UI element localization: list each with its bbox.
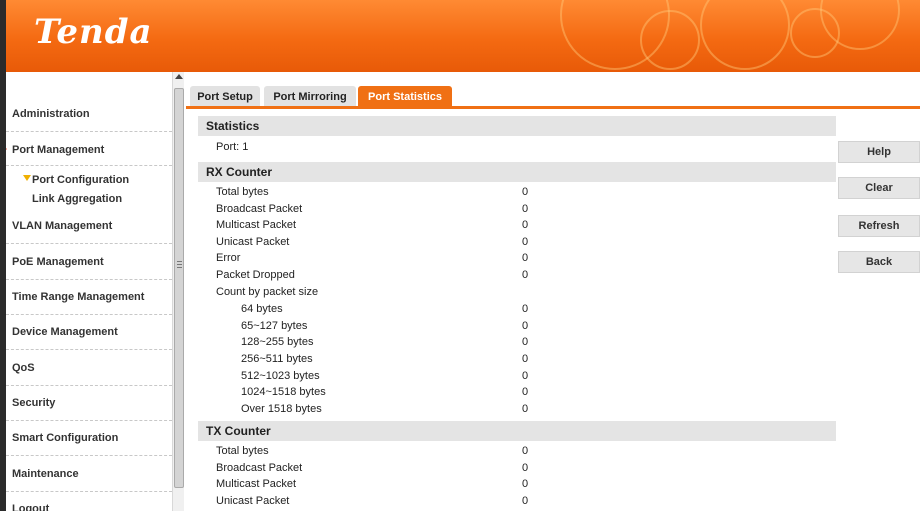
grip-icon	[177, 261, 182, 268]
sidebar-item-time-range-management[interactable]: Time Range Management	[6, 291, 172, 315]
sidebar-subitem-port-configuration[interactable]: Port Configuration	[23, 174, 130, 186]
sidebar-item-label: Device Management	[12, 326, 118, 338]
rx-row-value: 0	[522, 203, 529, 215]
rx-row-value: 0	[522, 186, 529, 198]
size-row-value: 0	[522, 353, 529, 365]
sidebar-item-device-management[interactable]: Device Management	[6, 326, 172, 350]
sidebar-item-port-management[interactable]: Port Management	[2, 144, 172, 166]
size-row-label: 512~1023 bytes	[241, 370, 320, 382]
count-by-size-label: Count by packet size	[216, 286, 319, 298]
sidebar-subitem-link-aggregation[interactable]: Link Aggregation	[32, 193, 122, 205]
rx-row-value: 0	[522, 269, 529, 281]
tab-port-statistics[interactable]: Port Statistics	[358, 86, 452, 108]
size-row-label: 128~255 bytes	[241, 336, 314, 348]
size-row-value: 0	[522, 386, 529, 398]
tx-row-value: 0	[522, 462, 529, 474]
size-row-label: 1024~1518 bytes	[241, 386, 326, 398]
sidebar-scrollbar[interactable]	[172, 72, 184, 511]
scroll-up-arrow-icon[interactable]	[175, 74, 183, 79]
sidebar-item-label: Maintenance	[12, 468, 79, 480]
tx-row-value: 0	[522, 495, 529, 507]
size-row-value: 0	[522, 403, 529, 415]
size-row-value: 0	[522, 303, 529, 315]
sidebar-item-logout[interactable]: Logout	[6, 503, 172, 511]
tx-row-value: 0	[522, 445, 529, 457]
expanded-arrow-icon	[2, 145, 7, 153]
sidebar-item-maintenance[interactable]: Maintenance	[6, 468, 172, 492]
sidebar-item-label: VLAN Management	[12, 220, 113, 232]
rx-counter-header: RX Counter	[198, 162, 836, 182]
help-button[interactable]: Help	[838, 141, 920, 163]
sidebar-subitem-label: Port Configuration	[32, 174, 130, 186]
size-row-value: 0	[522, 370, 529, 382]
tx-row-value: 0	[522, 478, 529, 490]
sidebar-nav: Administration Port Management Port Conf…	[2, 72, 172, 511]
size-row-label: 65~127 bytes	[241, 320, 308, 332]
header-banner: Tenda	[0, 0, 920, 72]
tab-port-mirroring[interactable]: Port Mirroring	[264, 86, 356, 108]
tenda-logo: Tenda	[34, 12, 153, 52]
rx-row-value: 0	[522, 236, 529, 248]
sidebar-item-label: PoE Management	[12, 256, 104, 268]
size-row-label: 256~511 bytes	[241, 353, 313, 365]
refresh-button[interactable]: Refresh	[838, 215, 920, 237]
tab-port-setup[interactable]: Port Setup	[190, 86, 260, 108]
statistics-header: Statistics	[198, 116, 836, 136]
scrollbar-thumb[interactable]	[174, 88, 184, 488]
rx-row-label: Total bytes	[216, 186, 269, 198]
sidebar-item-poe-management[interactable]: PoE Management	[6, 256, 172, 280]
tx-row-label: Multicast Packet	[216, 478, 297, 490]
clear-button[interactable]: Clear	[838, 177, 920, 199]
decorative-circle	[640, 10, 700, 70]
rx-row-label: Multicast Packet	[216, 219, 297, 231]
current-arrow-icon	[23, 175, 31, 181]
sidebar-item-administration[interactable]: Administration	[6, 108, 172, 132]
size-row-label: Over 1518 bytes	[241, 403, 322, 415]
sidebar-item-label: Smart Configuration	[12, 432, 119, 444]
rx-row-label: Packet Dropped	[216, 269, 295, 281]
sidebar-item-label: Administration	[12, 108, 90, 120]
tx-row-label: Total bytes	[216, 445, 269, 457]
rx-row-value: 0	[522, 252, 529, 264]
rx-row-label: Unicast Packet	[216, 236, 290, 248]
sidebar-item-security[interactable]: Security	[6, 397, 172, 421]
sidebar-item-label: Logout	[12, 503, 50, 511]
rx-row-label: Error	[216, 252, 241, 264]
decorative-circle	[700, 0, 790, 70]
sidebar-item-label: Port Management	[12, 144, 105, 156]
sidebar-subitem-label: Link Aggregation	[32, 193, 123, 205]
port-label: Port: 1	[216, 141, 249, 153]
back-button[interactable]: Back	[838, 251, 920, 273]
sidebar-item-label: Security	[12, 397, 56, 409]
size-row-label: 64 bytes	[241, 303, 283, 315]
tab-underline	[186, 106, 920, 109]
sidebar-item-smart-configuration[interactable]: Smart Configuration	[6, 432, 172, 456]
tx-counter-header: TX Counter	[198, 421, 836, 441]
tx-row-label: Broadcast Packet	[216, 462, 303, 474]
tx-row-label: Unicast Packet	[216, 495, 290, 507]
rx-row-label: Broadcast Packet	[216, 203, 303, 215]
sidebar-item-label: Time Range Management	[12, 291, 145, 303]
sidebar-item-label: QoS	[12, 362, 35, 374]
rx-row-value: 0	[522, 219, 529, 231]
sidebar-item-vlan-management[interactable]: VLAN Management	[6, 220, 172, 244]
sidebar-item-qos[interactable]: QoS	[6, 362, 172, 386]
size-row-value: 0	[522, 320, 529, 332]
size-row-value: 0	[522, 336, 529, 348]
